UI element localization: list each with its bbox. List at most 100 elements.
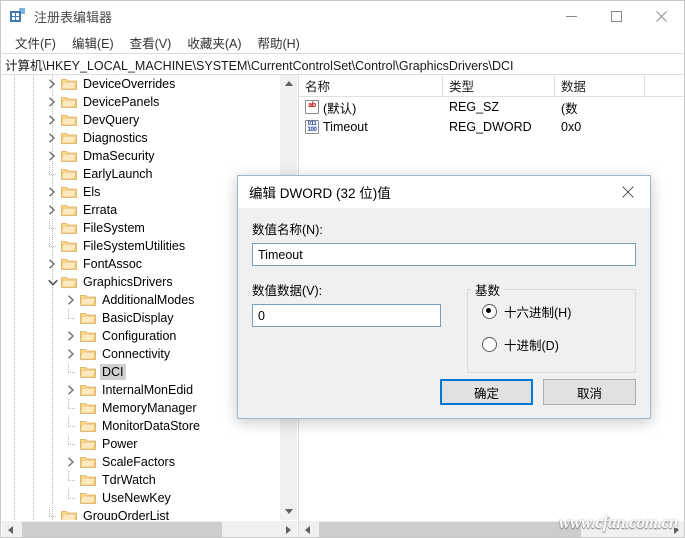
value-name-text: Timeout [323,120,368,134]
scroll-up-icon[interactable] [280,75,297,92]
menubar: 文件(F) 编辑(E) 查看(V) 收藏夹(A) 帮助(H) [1,31,684,53]
folder-icon [80,437,96,451]
chevron-right-icon[interactable] [64,291,80,309]
radio-hex-indicator[interactable] [482,304,497,319]
radio-decimal-indicator[interactable] [482,337,497,352]
chevron-right-icon[interactable] [45,93,61,111]
folder-icon [61,149,77,163]
values-hscroll-thumb[interactable] [319,522,581,537]
tree-connector [64,309,80,327]
tree-item-scalefactors[interactable]: ScaleFactors [2,453,279,471]
chevron-right-icon[interactable] [45,75,61,93]
menu-help[interactable]: 帮助(H) [249,31,307,54]
tree-item-usenewkey[interactable]: UseNewKey [2,489,279,507]
chevron-down-icon[interactable] [45,273,61,291]
tree-item-devquery[interactable]: DevQuery [2,111,279,129]
radio-hex-label: 十六进制(H) [504,306,572,320]
folder-icon [80,401,96,415]
cancel-button[interactable]: 取消 [543,379,636,405]
folder-icon [61,113,77,127]
tree-item-label: BasicDisplay [102,311,174,325]
chevron-right-icon[interactable] [45,183,61,201]
ok-button[interactable]: 确定 [440,379,533,405]
scroll-left-icon[interactable] [2,521,19,537]
folder-icon [80,419,96,433]
dialog-titlebar[interactable]: 编辑 DWORD (32 位)值 [238,176,650,209]
tree-item-label: InternalMonEdid [102,383,194,397]
column-header-data[interactable]: 数据 [555,75,645,96]
tree-item-grouporderlist[interactable]: GroupOrderList [2,507,279,520]
close-button[interactable] [639,1,684,31]
tree-item-label: GroupOrderList [83,509,170,520]
folder-icon [80,347,96,361]
folder-icon [61,239,77,253]
tree-item-label: TdrWatch [102,473,156,487]
tree-connector [64,399,80,417]
chevron-right-icon[interactable] [45,255,61,273]
tree-item-devicepanels[interactable]: DevicePanels [2,93,279,111]
menu-favorites[interactable]: 收藏夹(A) [179,31,249,54]
value-type-cell: REG_DWORD [449,120,532,134]
tree-item-dmasecurity[interactable]: DmaSecurity [2,147,279,165]
chevron-right-icon[interactable] [45,111,61,129]
folder-icon [61,257,77,271]
value-row[interactable]: ab (默认) REG_SZ (数 [299,97,684,117]
maximize-button[interactable] [594,1,639,31]
window-titlebar[interactable]: 注册表编辑器 [1,1,684,31]
folder-icon [61,509,77,520]
folder-icon [80,491,96,505]
tree-item-monitordatastore[interactable]: MonitorDataStore [2,417,279,435]
tree-item-deviceoverrides[interactable]: DeviceOverrides [2,75,279,93]
value-type-cell: REG_SZ [449,100,500,114]
address-bar[interactable]: 计算机\HKEY_LOCAL_MACHINE\SYSTEM\CurrentCon… [2,53,683,75]
tree-item-diagnostics[interactable]: Diagnostics [2,129,279,147]
chevron-right-icon[interactable] [64,345,80,363]
value-name-label: 数值名称(N): [252,223,323,237]
tree-connector [64,363,80,381]
chevron-right-icon[interactable] [64,381,80,399]
column-header-name[interactable]: 名称 [299,75,443,96]
tree-item-label: DevicePanels [83,95,160,109]
chevron-right-icon[interactable] [64,327,80,345]
tree-hscroll-thumb[interactable] [22,522,222,537]
scroll-down-icon[interactable] [280,503,297,520]
tree-horizontal-scrollbar[interactable] [2,520,297,537]
edit-dword-dialog: 编辑 DWORD (32 位)值 数值名称(N): Timeout 数值数据(V… [237,175,651,419]
chevron-right-icon[interactable] [45,129,61,147]
radio-hex[interactable]: 十六进制(H) [482,302,635,321]
data-and-base-row: 数值数据(V): 0 基数 十六进制(H) 十进制(D) [252,280,636,373]
tree-connector [45,165,61,183]
radio-decimal-label: 十进制(D) [504,339,559,353]
values-scroll-left-icon[interactable] [299,521,316,537]
value-name-cell: 011 100 Timeout [299,120,443,134]
chevron-right-icon[interactable] [64,453,80,471]
tree-item-label: EarlyLaunch [83,167,153,181]
menu-edit[interactable]: 编辑(E) [64,31,122,54]
value-name-input[interactable]: Timeout [252,243,636,266]
menu-view[interactable]: 查看(V) [122,31,180,54]
values-horizontal-scrollbar[interactable] [299,520,684,537]
chevron-right-icon[interactable] [45,147,61,165]
dialog-close-button[interactable] [606,176,650,207]
values-scroll-right-icon[interactable] [668,521,684,537]
chevron-right-icon[interactable] [45,201,61,219]
radio-decimal[interactable]: 十进制(D) [482,335,635,354]
dialog-body: 数值名称(N): Timeout 数值数据(V): 0 基数 十六进制(H) 十… [238,209,650,419]
tree-item-label: Configuration [102,329,177,343]
base-group: 基数 十六进制(H) 十进制(D) [467,280,636,373]
minimize-button[interactable] [549,1,594,31]
tree-item-label: Diagnostics [83,131,148,145]
tree-item-power[interactable]: Power [2,435,279,453]
values-hscroll-track[interactable] [316,521,668,537]
scroll-right-icon[interactable] [280,521,297,537]
value-row[interactable]: 011 100 Timeout REG_DWORD 0x0 [299,117,684,137]
tree-item-tdrwatch[interactable]: TdrWatch [2,471,279,489]
value-data-section: 数值数据(V): 0 [252,280,441,373]
tree-connector [45,507,61,520]
tree-hscroll-track[interactable] [19,521,280,537]
window-caption-buttons [549,1,684,31]
value-data-input[interactable]: 0 [252,304,441,327]
menu-file[interactable]: 文件(F) [7,31,64,54]
tree-connector [45,237,61,255]
column-header-type[interactable]: 类型 [443,75,555,96]
